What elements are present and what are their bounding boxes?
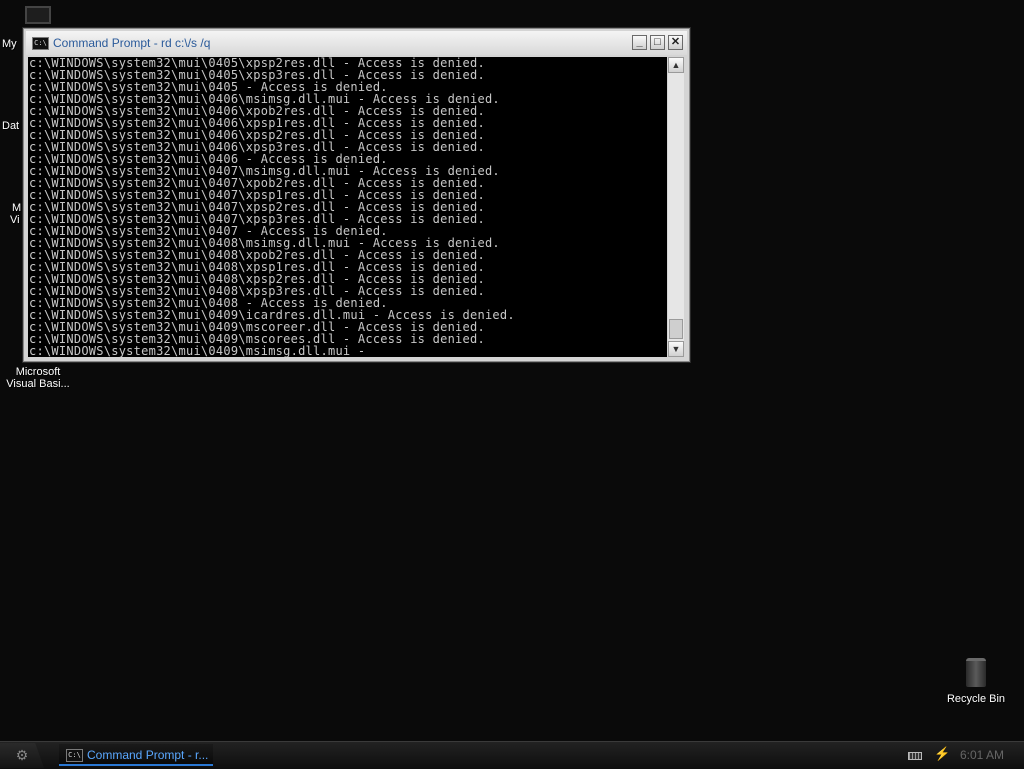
recycle-bin-label: Recycle Bin <box>946 693 1006 705</box>
my-computer-icon[interactable] <box>25 6 51 24</box>
desktop-icon-label-line2: Visual Basi... <box>6 378 70 390</box>
desktop-icon-label-line1: Microsoft <box>15 366 61 378</box>
taskbar: ⚙ C:\ Command Prompt - r... ⚡ 6:01 AM <box>0 741 1024 769</box>
window-title: Command Prompt - rd c:\/s /q <box>53 36 211 50</box>
close-button[interactable]: ✕ <box>668 35 683 50</box>
command-prompt-icon: C:\ <box>66 749 83 762</box>
scroll-thumb[interactable] <box>669 319 683 339</box>
network-icon[interactable]: ⚡ <box>934 747 950 761</box>
desktop-icon-label: Vi <box>10 214 20 226</box>
maximize-button[interactable]: □ <box>650 35 665 50</box>
scroll-down-button[interactable]: ▼ <box>668 341 684 357</box>
clock[interactable]: 6:01 AM <box>960 748 1004 762</box>
console-output[interactable]: c:\WINDOWS\system32\mui\0405\xpsp2res.dl… <box>28 57 667 357</box>
desktop-icon-label: M <box>12 202 22 214</box>
system-tray: ⚡ 6:01 AM <box>908 742 1024 769</box>
window-titlebar[interactable]: C:\ Command Prompt - rd c:\/s /q _ □ ✕ <box>26 31 687 55</box>
command-prompt-icon[interactable]: C:\ <box>32 37 49 50</box>
vertical-scrollbar[interactable]: ▲ ▼ <box>668 57 684 357</box>
command-prompt-window[interactable]: C:\ Command Prompt - rd c:\/s /q _ □ ✕ c… <box>23 28 690 362</box>
recycle-bin[interactable]: Recycle Bin <box>938 658 1014 705</box>
minimize-button[interactable]: _ <box>632 35 647 50</box>
desktop-icon-my-computer-label[interactable]: My <box>2 38 17 50</box>
keyboard-icon[interactable] <box>908 752 922 760</box>
desktop-icon-visual-basic[interactable]: Microsoft Visual Basi... <box>0 366 76 390</box>
taskbar-button-command-prompt[interactable]: C:\ Command Prompt - r... <box>59 744 213 766</box>
recycle-bin-icon[interactable] <box>966 658 986 687</box>
desktop-icon-m-label[interactable]: M <box>12 202 21 214</box>
start-button[interactable]: ⚙ <box>0 743 44 768</box>
desktop-icon-vi-label[interactable]: Vi <box>10 214 20 226</box>
taskbar-button-label: Command Prompt - r... <box>87 748 209 762</box>
desktop-icon-label: Dat <box>2 120 20 132</box>
desktop-icon-label: My <box>2 38 17 50</box>
console-text: c:\WINDOWS\system32\mui\0405\xpsp2res.dl… <box>28 57 667 357</box>
console-line: c:\WINDOWS\system32\mui\0409\msimsg.dll.… <box>29 344 366 357</box>
desktop-icon-dat-label[interactable]: Dat <box>2 120 19 132</box>
scroll-up-button[interactable]: ▲ <box>668 57 684 73</box>
